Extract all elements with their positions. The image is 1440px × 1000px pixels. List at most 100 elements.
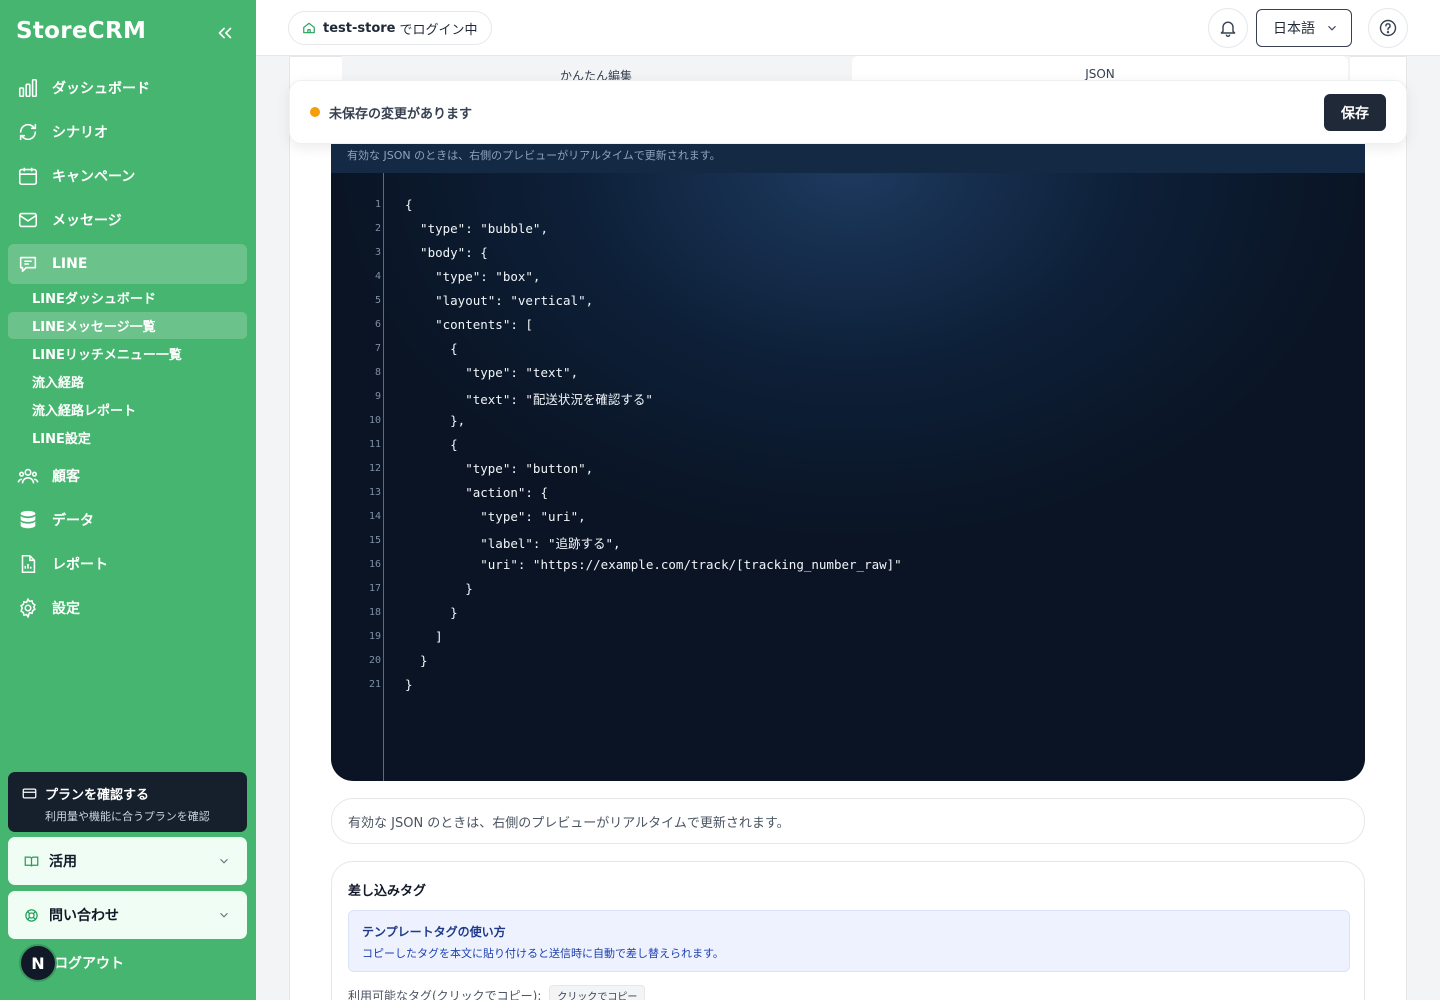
code-line: "action": { xyxy=(405,485,548,500)
code-line: "type": "box", xyxy=(405,269,541,284)
store-name: test-store xyxy=(323,20,396,36)
merge-tags-title: 差し込みタグ xyxy=(348,884,427,899)
sub-item-line-dashboard[interactable]: LINEダッシュボード xyxy=(8,284,247,311)
nav-item-data[interactable]: データ xyxy=(8,500,247,540)
unsaved-dot xyxy=(310,107,320,117)
line-number: 19 xyxy=(368,631,381,642)
line-number: 16 xyxy=(368,559,381,570)
notification-button[interactable] xyxy=(1208,8,1248,48)
sidebar: StoreCRM ダッシュボード シナリオ キャンペーン メッセージ LINE … xyxy=(0,0,256,1000)
line-number: 2 xyxy=(374,223,381,234)
plan-subtitle: 利用量や機能に合うプランを確認 xyxy=(45,810,210,823)
file-chart-icon xyxy=(17,553,39,575)
code-line: { xyxy=(405,341,458,356)
accordion-label: 問い合わせ xyxy=(49,908,119,924)
nav-item-line[interactable]: LINE xyxy=(8,244,247,284)
chevron-down-icon xyxy=(217,854,231,868)
template-tag-tip: テンプレートタグの使い方 コピーしたタグを本文に貼り付けると送信時に自動で差し替… xyxy=(348,910,1350,972)
home-icon xyxy=(303,22,315,34)
line-number: 9 xyxy=(374,391,381,402)
line-number: 5 xyxy=(374,295,381,306)
nav-item-message[interactable]: メッセージ xyxy=(8,200,247,240)
line-number: 8 xyxy=(374,367,381,378)
code-line: } xyxy=(405,581,473,596)
accordion-usage[interactable]: 活用 xyxy=(8,837,247,885)
plan-card[interactable]: プランを確認する 利用量や機能に合うプランを確認 xyxy=(8,772,247,832)
code-line: } xyxy=(405,605,458,620)
nav-label: レポート xyxy=(52,557,108,573)
bell-icon xyxy=(1220,21,1236,37)
collapse-sidebar-icon[interactable] xyxy=(214,22,236,44)
code-line: "label": "追跡する", xyxy=(405,536,621,551)
refresh-icon xyxy=(17,121,39,143)
code-line: "type": "text", xyxy=(405,365,579,380)
json-code-editor[interactable]: 有効な JSON のときは、右側のプレビューがリアルタイムで更新されます。 12… xyxy=(331,144,1365,781)
sub-item-line-richmenu[interactable]: LINEリッチメニュー一覧 xyxy=(8,340,247,367)
nav-label: 顧客 xyxy=(52,469,80,485)
language-select[interactable]: 日本語 xyxy=(1256,9,1352,47)
sub-item-inflow-report[interactable]: 流入経路レポート xyxy=(8,396,247,423)
line-number: 17 xyxy=(368,583,381,594)
line-number: 10 xyxy=(368,415,381,426)
sub-item-line-settings[interactable]: LINE設定 xyxy=(8,424,247,451)
brand-logo: StoreCRM xyxy=(16,18,147,44)
code-line: ] xyxy=(405,629,443,644)
chevron-down-icon xyxy=(217,908,231,922)
line-number: 21 xyxy=(368,679,381,690)
nav-item-settings[interactable]: 設定 xyxy=(8,588,247,628)
unsaved-changes-bar: 未保存の変更があります 保存 xyxy=(289,80,1407,144)
nav-label: シナリオ xyxy=(52,125,108,141)
line-number: 20 xyxy=(368,655,381,666)
gear-icon xyxy=(17,597,39,619)
sub-item-inflow-route[interactable]: 流入経路 xyxy=(8,368,247,395)
save-button[interactable]: 保存 xyxy=(1324,94,1386,131)
copy-tag-chip[interactable]: クリックでコピー xyxy=(549,985,646,1000)
logout-link[interactable]: ログアウト xyxy=(54,953,124,973)
avatar[interactable]: N xyxy=(19,944,57,982)
code-line: "text": "配送状況を確認する" xyxy=(405,392,653,407)
store-login-pill[interactable]: test-store でログイン中 xyxy=(288,11,492,45)
calendar-icon xyxy=(17,165,39,187)
nav-item-customers[interactable]: 顧客 xyxy=(8,456,247,496)
code-line: }, xyxy=(405,413,466,428)
support-icon xyxy=(24,908,40,923)
users-icon xyxy=(17,465,39,487)
available-tags-label: 利用可能なタグ(クリックでコピー): xyxy=(348,989,542,1000)
nav-label: LINE xyxy=(52,256,88,272)
code-line: } xyxy=(405,653,428,668)
nav-label: 設定 xyxy=(52,601,80,617)
chat-bubble-icon xyxy=(17,253,39,275)
nav-item-dashboard[interactable]: ダッシュボード xyxy=(8,68,247,108)
login-status: でログイン中 xyxy=(399,22,478,38)
code-line: { xyxy=(405,437,458,452)
line-number: 15 xyxy=(368,535,381,546)
line-number: 4 xyxy=(374,271,381,282)
tip-body: コピーしたタグを本文に貼り付けると送信時に自動で差し替えられます。 xyxy=(362,947,724,960)
line-number: 6 xyxy=(374,319,381,330)
credit-card-icon xyxy=(22,788,37,799)
available-tags: 利用可能なタグ(クリックでコピー): クリックでコピー xyxy=(348,985,646,1000)
line-number: 7 xyxy=(374,343,381,354)
database-icon xyxy=(17,509,39,531)
sub-item-line-messages[interactable]: LINEメッセージ一覧 xyxy=(8,312,247,339)
help-button[interactable] xyxy=(1368,8,1408,48)
nav-item-campaign[interactable]: キャンペーン xyxy=(8,156,247,196)
merge-tags-card: 差し込みタグ テンプレートタグの使い方 コピーしたタグを本文に貼り付けると送信時… xyxy=(331,861,1365,1000)
accordion-contact[interactable]: 問い合わせ xyxy=(8,891,247,939)
code-line: "type": "bubble", xyxy=(405,221,548,236)
book-icon xyxy=(24,854,40,869)
code-line: "type": "button", xyxy=(405,461,594,476)
unsaved-text: 未保存の変更があります xyxy=(329,106,473,122)
nav-item-scenario[interactable]: シナリオ xyxy=(8,112,247,152)
top-header: test-store でログイン中 日本語 xyxy=(256,0,1440,56)
code-line: "type": "uri", xyxy=(405,509,586,524)
tip-title: テンプレートタグの使い方 xyxy=(362,925,506,939)
nav-item-report[interactable]: レポート xyxy=(8,544,247,584)
accordion-label: 活用 xyxy=(49,854,77,870)
nav-label: キャンペーン xyxy=(52,169,136,185)
chevron-down-icon xyxy=(1328,25,1336,31)
code-line: "contents": [ xyxy=(405,317,533,332)
line-number: 11 xyxy=(368,439,381,450)
code-line: { xyxy=(405,197,413,212)
editor-hint: 有効な JSON のときは、右側のプレビューがリアルタイムで更新されます。 xyxy=(331,144,1365,173)
